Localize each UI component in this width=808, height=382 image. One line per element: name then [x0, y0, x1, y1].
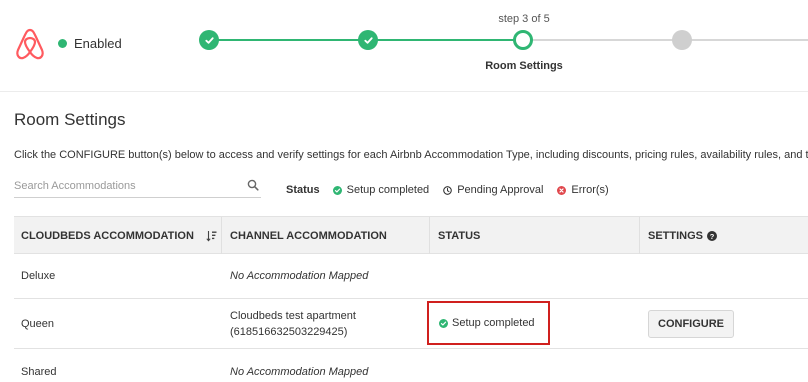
- column-header-channel-accommodation: CHANNEL ACCOMMODATION: [230, 229, 387, 242]
- page-description: Click the CONFIGURE button(s) below to a…: [14, 149, 808, 161]
- search-input[interactable]: [14, 176, 234, 196]
- legend-item-label: Error(s): [571, 184, 609, 196]
- cloudbeds-accommodation-cell: Shared: [21, 365, 57, 378]
- column-divider: [639, 217, 640, 254]
- column-header-status: STATUS: [438, 229, 481, 242]
- column-header-cloudbeds-accommodation[interactable]: CLOUDBEDS ACCOMMODATION: [21, 217, 194, 254]
- table-row: Queen Cloudbeds test apartment (61851663…: [14, 299, 808, 349]
- search-icon[interactable]: [247, 179, 259, 191]
- legend-label: Status: [286, 184, 320, 196]
- check-icon: [204, 36, 214, 44]
- cloudbeds-accommodation-cell: Deluxe: [21, 270, 56, 282]
- accommodations-table: CLOUDBEDS ACCOMMODATION CHANNEL ACCOMMOD…: [14, 216, 808, 382]
- step-connector: [377, 39, 514, 41]
- cloudbeds-accommodation-cell: Queen: [21, 317, 55, 330]
- clock-icon: [443, 185, 453, 195]
- page-title: Room Settings: [14, 110, 126, 129]
- sort-icon[interactable]: [206, 230, 217, 242]
- help-icon[interactable]: ?: [707, 230, 718, 241]
- channel-accommodation-cell: No Accommodation Mapped: [230, 365, 369, 378]
- search-field: [14, 176, 261, 198]
- check-circle-icon: [332, 185, 342, 195]
- legend-item-label: Setup completed: [346, 184, 430, 196]
- settings-cell: CONFIGURE: [648, 299, 734, 348]
- channel-accommodation-cell: No Accommodation Mapped: [230, 270, 369, 282]
- step-3-current: [513, 30, 533, 50]
- status-cell-highlighted: Setup completed: [427, 301, 550, 345]
- column-divider: [221, 217, 222, 254]
- step-2-completed: [358, 30, 378, 50]
- step-connector: [691, 39, 808, 41]
- legend-item-pending-approval: Pending Approval: [443, 184, 543, 196]
- channel-accommodation-name: Cloudbeds test apartment: [230, 309, 356, 322]
- table-row: Shared No Accommodation Mapped: [14, 349, 808, 382]
- status-text: Setup completed: [452, 317, 535, 329]
- legend-item-setup-completed: Setup completed: [332, 184, 430, 196]
- channel-accommodation-cell: Cloudbeds test apartment (61851663250322…: [230, 299, 356, 348]
- header: Enabled step 3 of 5 Room Settings: [0, 0, 808, 92]
- column-divider: [429, 217, 430, 254]
- legend-item-label: Pending Approval: [457, 184, 544, 196]
- legend-item-errors: Error(s): [557, 184, 609, 196]
- svg-text:?: ?: [710, 232, 715, 241]
- channel-accommodation-id: (618516632503229425): [230, 325, 348, 338]
- check-icon: [363, 36, 373, 44]
- column-header-settings: SETTINGS ?: [648, 217, 718, 254]
- error-circle-icon: [557, 185, 567, 195]
- status-legend: Status Setup completed Pending Approval …: [286, 184, 623, 196]
- check-circle-icon: [439, 318, 448, 328]
- step-connector: [532, 39, 673, 41]
- table-row: Deluxe No Accommodation Mapped: [14, 254, 808, 299]
- progress-stepper: step 3 of 5 Room Settings: [0, 0, 808, 92]
- step-caption: step 3 of 5: [498, 13, 550, 25]
- step-4-pending: [672, 30, 692, 50]
- current-step-title: Room Settings: [485, 60, 563, 72]
- column-header-settings-label: SETTINGS: [648, 229, 704, 242]
- table-header: CLOUDBEDS ACCOMMODATION CHANNEL ACCOMMOD…: [14, 216, 808, 254]
- configure-button[interactable]: CONFIGURE: [648, 309, 734, 338]
- step-connector: [218, 39, 359, 41]
- step-1-completed: [199, 30, 219, 50]
